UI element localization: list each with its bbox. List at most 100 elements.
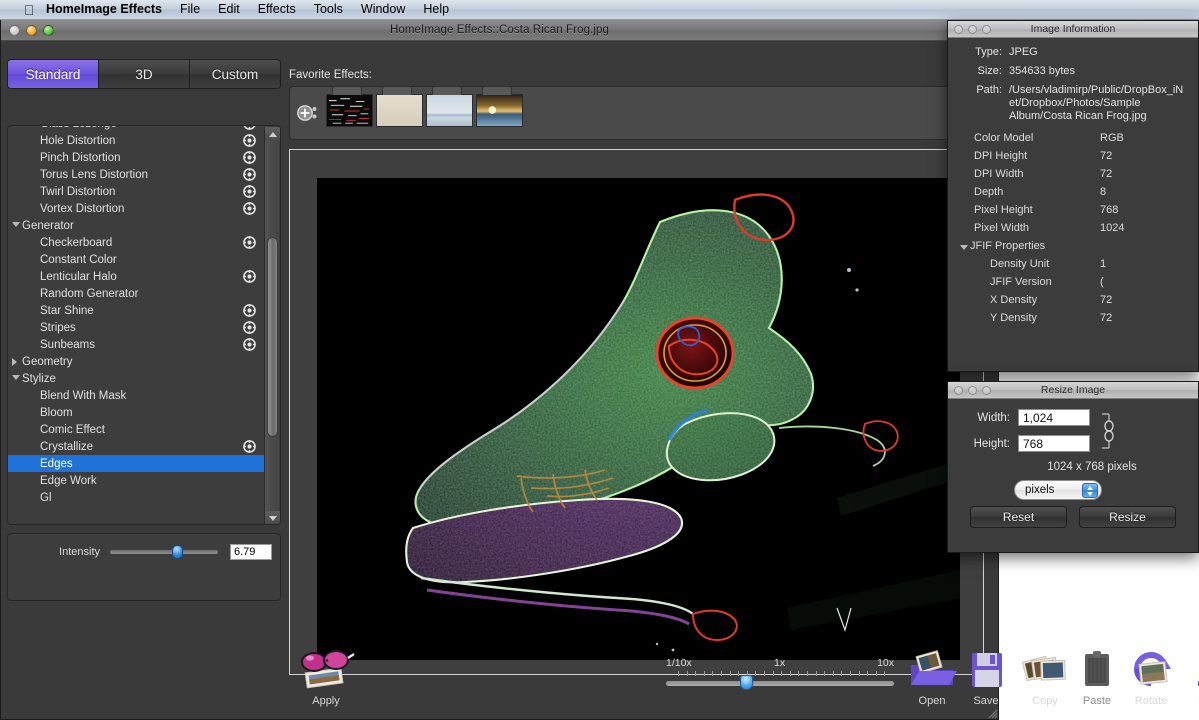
menu-tools[interactable]: Tools bbox=[305, 0, 352, 19]
menu-app-name[interactable]: HomeImage Effects bbox=[42, 0, 171, 19]
effects-list-item[interactable]: Pinch Distortion bbox=[8, 149, 266, 166]
menu-effects[interactable]: Effects bbox=[249, 0, 305, 19]
unit-select[interactable]: pixels bbox=[1014, 480, 1102, 500]
menu-edit[interactable]: Edit bbox=[209, 0, 249, 19]
effect-target-icon[interactable] bbox=[243, 151, 256, 164]
effect-target-icon[interactable] bbox=[243, 321, 256, 334]
effects-list-item[interactable]: Vortex Distortion bbox=[8, 200, 266, 217]
effects-list-item[interactable]: Edge Work bbox=[8, 472, 266, 489]
window-resize-grip[interactable] bbox=[985, 706, 998, 719]
menu-file[interactable]: File bbox=[171, 0, 209, 19]
effects-list[interactable]: Glass LozengeHole DistortionPinch Distor… bbox=[7, 125, 281, 525]
effect-target-icon[interactable] bbox=[243, 168, 256, 181]
effects-list-item[interactable]: Comic Effect bbox=[8, 421, 266, 438]
effects-list-item[interactable]: Checkerboard bbox=[8, 234, 266, 251]
info-close-button[interactable] bbox=[954, 25, 963, 34]
effect-target-icon[interactable] bbox=[243, 338, 256, 351]
zoom-button[interactable] bbox=[43, 25, 54, 36]
effects-list-item[interactable]: Sunbeams bbox=[8, 336, 266, 353]
disclosure-closed-icon[interactable] bbox=[12, 358, 17, 366]
resize-close-button[interactable] bbox=[954, 386, 963, 395]
effects-list-scrollbar[interactable] bbox=[264, 127, 279, 525]
disclosure-open-icon[interactable] bbox=[12, 222, 20, 227]
favorite-thumb-1[interactable] bbox=[326, 94, 373, 132]
width-input[interactable]: 1,024 bbox=[1018, 409, 1090, 426]
unit-stepper-icon[interactable] bbox=[1082, 483, 1098, 498]
effects-list-item[interactable]: Generator bbox=[8, 217, 266, 234]
zoom-slider-track[interactable] bbox=[666, 681, 894, 686]
intensity-slider[interactable] bbox=[110, 550, 218, 554]
effects-list-item[interactable]: Geometry bbox=[8, 353, 266, 370]
effect-target-icon[interactable] bbox=[243, 236, 256, 249]
zoom-tick bbox=[841, 671, 842, 676]
effects-list-item[interactable]: Bloom bbox=[8, 404, 266, 421]
effects-list-item-selected[interactable]: Edges bbox=[8, 455, 266, 472]
image-property-row: DPI Width72 bbox=[960, 165, 1188, 183]
effects-list-item[interactable]: Crystallize bbox=[8, 438, 266, 455]
tab-custom[interactable]: Custom bbox=[190, 59, 281, 89]
minimize-button[interactable] bbox=[26, 25, 37, 36]
effect-target-icon[interactable] bbox=[243, 304, 256, 317]
disclosure-open-icon[interactable] bbox=[12, 375, 20, 380]
effects-list-item[interactable]: Random Generator bbox=[8, 285, 266, 302]
image-info-field-value: JPEG bbox=[1009, 46, 1188, 59]
effect-target-icon[interactable] bbox=[243, 125, 256, 130]
effects-list-item[interactable]: Stylize bbox=[8, 370, 266, 387]
intensity-value-field[interactable]: 6.79 bbox=[230, 544, 272, 560]
favorite-thumb-4[interactable] bbox=[476, 94, 523, 132]
resize-minimize-button[interactable] bbox=[968, 386, 977, 395]
reset-button[interactable]: Reset bbox=[970, 506, 1067, 528]
effect-target-icon[interactable] bbox=[243, 440, 256, 453]
image-preview[interactable] bbox=[317, 178, 960, 660]
effects-list-item[interactable]: Gl bbox=[8, 489, 266, 506]
effects-list-item[interactable]: Lenticular Halo bbox=[8, 268, 266, 285]
image-info-field-value: /Users/vladimirp/Public/DropBox_iNet/Dro… bbox=[1009, 84, 1188, 123]
disclosure-open-icon[interactable] bbox=[960, 245, 968, 250]
resize-zoom-button[interactable] bbox=[982, 386, 991, 395]
scrollbar-thumb[interactable] bbox=[267, 237, 278, 437]
window-title-bar[interactable]: HomeImage Effects::Costa Rican Frog.jpg bbox=[1, 20, 998, 41]
effects-list-item[interactable]: Stripes bbox=[8, 319, 266, 336]
effects-list-item[interactable]: Torus Lens Distortion bbox=[8, 166, 266, 183]
resize-button[interactable]: Resize bbox=[1079, 506, 1176, 528]
effect-target-icon[interactable] bbox=[243, 185, 256, 198]
scroll-down-arrow-icon[interactable] bbox=[265, 511, 280, 525]
intensity-slider-knob[interactable] bbox=[172, 545, 183, 559]
height-input[interactable]: 768 bbox=[1018, 435, 1090, 452]
menu-help[interactable]: Help bbox=[414, 0, 458, 19]
image-canvas-frame bbox=[289, 149, 984, 675]
apply-button[interactable]: Apply bbox=[291, 647, 361, 707]
effect-target-icon[interactable] bbox=[243, 270, 256, 283]
image-property-name: Depth bbox=[960, 186, 1100, 198]
tab-3d[interactable]: 3D bbox=[99, 59, 190, 89]
resize-palette-titlebar[interactable]: Resize Image bbox=[948, 382, 1198, 399]
effect-target-icon[interactable] bbox=[243, 202, 256, 215]
zoom-slider-group: 1/10x 1x 10x bbox=[666, 657, 894, 686]
menu-window[interactable]: Window bbox=[352, 0, 414, 19]
effects-list-item[interactable]: Constant Color bbox=[8, 251, 266, 268]
info-button[interactable]: Info bbox=[1172, 647, 1199, 707]
effects-list-item[interactable]: Blend With Mask bbox=[8, 387, 266, 404]
close-button[interactable] bbox=[9, 25, 20, 36]
link-chain-icon[interactable] bbox=[1100, 411, 1116, 455]
favorite-thumb-2[interactable] bbox=[376, 94, 423, 132]
favorite-thumb-3[interactable] bbox=[426, 94, 473, 132]
apple-menu-icon[interactable]:  bbox=[16, 1, 42, 19]
image-property-value: 72 bbox=[1100, 294, 1188, 306]
effects-list-item[interactable]: Star Shine bbox=[8, 302, 266, 319]
effects-list-item[interactable]: Glass Lozenge bbox=[8, 125, 266, 132]
tab-standard[interactable]: Standard bbox=[7, 59, 99, 89]
zoom-slider-knob[interactable] bbox=[740, 675, 753, 690]
favorite-effects-bar bbox=[289, 86, 984, 140]
favorite-thumb-blank-preview bbox=[376, 94, 423, 127]
info-zoom-button[interactable] bbox=[982, 25, 991, 34]
resize-dimensions-text: 1024 x 768 pixels bbox=[998, 461, 1186, 473]
zoom-mid-label: 1x bbox=[774, 657, 785, 669]
info-minimize-button[interactable] bbox=[968, 25, 977, 34]
info-palette-titlebar[interactable]: Image Information bbox=[948, 21, 1198, 38]
effects-list-item[interactable]: Twirl Distortion bbox=[8, 183, 266, 200]
effect-target-icon[interactable] bbox=[243, 134, 256, 147]
add-favorite-icon[interactable] bbox=[290, 104, 326, 122]
effects-list-item[interactable]: Hole Distortion bbox=[8, 132, 266, 149]
scroll-up-arrow-icon[interactable] bbox=[265, 127, 280, 141]
